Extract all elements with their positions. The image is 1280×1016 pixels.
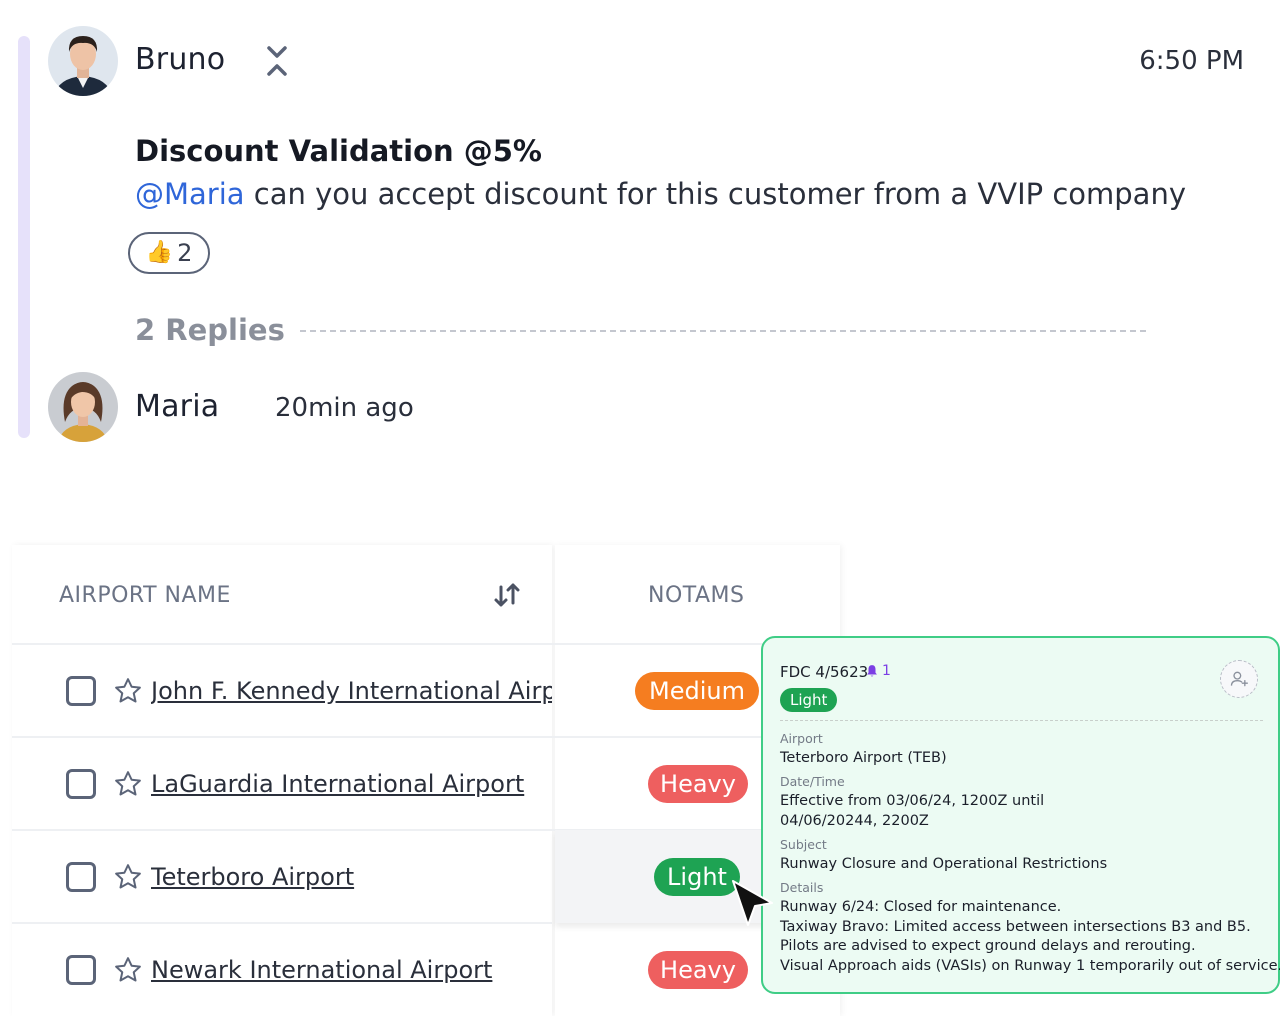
reply-author-name: Maria [135, 389, 220, 424]
details-line: Pilots are advised to expect ground dela… [780, 938, 1196, 954]
row-checkbox[interactable] [66, 862, 96, 892]
notam-badge-medium[interactable]: Medium [635, 672, 759, 710]
notification-count[interactable]: 1 [865, 663, 891, 679]
notam-badge-heavy[interactable]: Heavy [648, 951, 748, 989]
author-name: Bruno [135, 42, 226, 77]
message-text: can you accept discount for this custome… [244, 177, 1186, 211]
airport-name-header[interactable]: AIRPORT NAME [59, 583, 231, 608]
star-icon[interactable] [113, 955, 143, 985]
reaction-thumbs-up[interactable]: 👍 2 [128, 232, 210, 274]
bell-count: 1 [882, 663, 891, 679]
replies-toggle[interactable]: 2 Replies [135, 313, 285, 347]
star-icon[interactable] [113, 769, 143, 799]
replies-divider [300, 330, 1146, 332]
notam-badge-light[interactable]: Light [654, 858, 740, 896]
airport-value: Teterboro Airport (TEB) [780, 750, 947, 766]
subject-label: Subject [780, 837, 827, 852]
details-label: Details [780, 880, 824, 895]
details-line: Runway 6/24: Closed for maintenance. [780, 899, 1062, 915]
sort-icon[interactable] [492, 581, 522, 609]
thumbs-up-icon: 👍 [145, 240, 174, 265]
details-line: Taxiway Bravo: Limited access between in… [780, 919, 1251, 935]
collapse-thread-icon[interactable] [262, 44, 292, 78]
message-body: @Maria can you accept discount for this … [135, 177, 1186, 211]
datetime-value-line2: 04/06/20244, 2200Z [780, 813, 929, 829]
message-time: 6:50 PM [1139, 46, 1244, 76]
row-divider [12, 736, 840, 738]
reply-time: 20min ago [275, 393, 414, 423]
mention-link[interactable]: @Maria [135, 177, 245, 211]
subject-value: Runway Closure and Operational Restricti… [780, 856, 1108, 872]
airport-link[interactable]: LaGuardia International Airport [151, 770, 552, 798]
airport-link[interactable]: Newark International Airport [151, 956, 552, 984]
row-checkbox[interactable] [66, 676, 96, 706]
airport-link[interactable]: Teterboro Airport [151, 863, 552, 891]
notams-header[interactable]: NOTAMS [648, 583, 745, 608]
add-user-button[interactable] [1220, 660, 1258, 698]
notam-detail-card: FDC 4/5623 1 Light Airport Teterboro Air… [761, 636, 1280, 994]
star-icon[interactable] [113, 676, 143, 706]
row-divider [12, 922, 552, 924]
avatar-bruno [48, 26, 118, 96]
datetime-label: Date/Time [780, 774, 845, 789]
row-divider [12, 643, 840, 645]
message-title: Discount Validation @5% [135, 134, 542, 168]
reaction-count: 2 [177, 239, 193, 267]
bell-icon [867, 665, 877, 677]
avatar-maria [48, 372, 118, 442]
row-checkbox[interactable] [66, 955, 96, 985]
add-user-icon [1230, 671, 1248, 687]
thread-indicator-bar [18, 36, 30, 438]
card-divider [780, 720, 1263, 721]
notam-badge-heavy[interactable]: Heavy [648, 765, 748, 803]
airport-link[interactable]: John F. Kennedy International Airport [151, 677, 552, 705]
datetime-value-line1: Effective from 03/06/24, 1200Z until [780, 793, 1045, 809]
severity-badge: Light [780, 688, 838, 712]
row-checkbox[interactable] [66, 769, 96, 799]
airports-table: AIRPORT NAME NOTAMS John F. Kennedy Inte… [12, 545, 840, 1016]
airport-label: Airport [780, 731, 823, 746]
star-icon[interactable] [113, 862, 143, 892]
notam-id: FDC 4/5623 [780, 663, 869, 681]
details-line: Visual Approach aids (VASIs) on Runway 1… [780, 958, 1280, 974]
